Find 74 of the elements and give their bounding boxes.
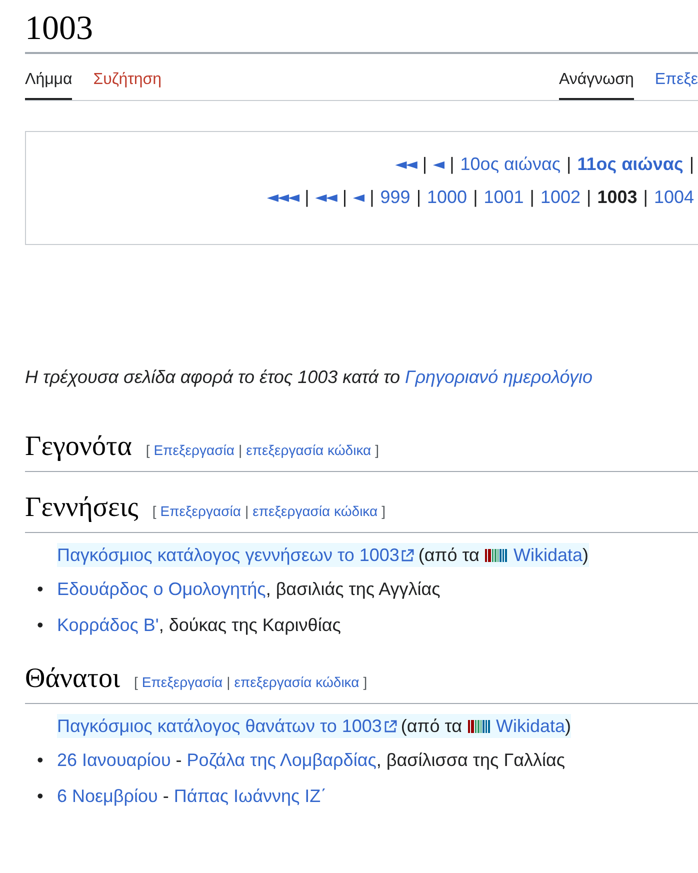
separator: | (566, 153, 572, 176)
separator: | (586, 186, 592, 209)
year-link[interactable]: 999 (380, 185, 410, 209)
link[interactable]: Γρηγοριανό ημερολόγιο (404, 367, 593, 387)
separator: | (244, 503, 249, 519)
external-link-icon (401, 549, 414, 562)
link[interactable]: 6 Νοεμβρίου (57, 786, 158, 806)
edit-source-link[interactable]: επεξεργασία κώδικα (246, 442, 372, 458)
year-link[interactable]: 1001 (484, 185, 524, 209)
edit-link[interactable]: Επεξεργασία (160, 503, 241, 519)
edit-source-link[interactable]: επεξεργασία κώδικα (252, 503, 378, 519)
year-link[interactable]: 1002 (540, 185, 581, 209)
separator: | (422, 153, 428, 176)
external-link-icon (384, 720, 397, 733)
year-link[interactable]: 1000 (427, 185, 468, 209)
wikidata-note: Παγκόσμιος κατάλογος θανάτων το 1003 (από τα Wikidata) (57, 714, 572, 738)
arrow-link[interactable]: ◄ (433, 152, 444, 176)
bracket: ] (382, 503, 386, 519)
section-heading: Γεγονότα (25, 430, 132, 464)
link[interactable]: Wikidata (513, 545, 582, 565)
section-heading: Γεννήσεις (25, 491, 138, 525)
separator: | (416, 186, 422, 209)
wikidata-note: Παγκόσμιος κατάλογος γεννήσεων το 1003 (από τα Wikidata) (57, 543, 588, 567)
year-link[interactable]: 1004 (654, 185, 694, 209)
external-link[interactable]: Παγκόσμιος κατάλογος γεννήσεων το 1003 (57, 545, 400, 565)
bracket: [ (146, 442, 150, 458)
edit-link[interactable]: Επεξεργασία (142, 674, 223, 690)
list-item: 26 Ιανουαρίου - Ροζάλα της Λομβαρδίας, βασίλισσα της Γαλλίας (57, 749, 566, 772)
separator: | (643, 186, 648, 209)
barcode-logo-icon (468, 720, 490, 733)
separator: | (342, 186, 348, 209)
list-item: 6 Νοεμβρίου - Πάπας Ιωάννης ΙΖ΄ (57, 785, 327, 808)
arrow-link[interactable]: ◄ (353, 185, 364, 209)
separator: | (370, 186, 374, 209)
current-year: 1003 (597, 186, 638, 209)
bullet: • (37, 614, 44, 637)
century-link[interactable]: 11ος αιώνας (577, 152, 684, 176)
tab[interactable]: Λήμμα (25, 68, 72, 100)
section-heading: Θάνατοι (25, 662, 120, 696)
tab[interactable]: Συζήτηση (93, 68, 162, 100)
bullet: • (37, 785, 44, 808)
bullet: • (37, 578, 44, 601)
bracket: ] (375, 442, 380, 458)
link[interactable]: Εδουάρδος ο Ομολογητής (57, 579, 266, 599)
separator: | (238, 442, 242, 458)
edit-link[interactable]: Επεξεργασία (154, 442, 234, 458)
bracket: ] (363, 674, 368, 690)
arrow-link[interactable]: ◄◄ (395, 152, 416, 176)
hatnote: Η τρέχουσα σελίδα αφορά το έτος 1003 κατά το Γρηγοριανό ημερολόγιο (25, 366, 594, 389)
list-item: Κορράδος Β', δούκας της Καρινθίας (57, 614, 341, 637)
link[interactable]: Πάπας Ιωάννης ΙΖ΄ (174, 786, 327, 806)
year-link[interactable]: 10ος αιώνας (460, 152, 561, 176)
tab[interactable]: Ανάγνωση (558, 68, 634, 100)
arrow-link[interactable]: ◄◄◄ (266, 185, 299, 209)
link[interactable]: Ροζάλα της Λομβαρδίας (186, 750, 376, 770)
edit-source-link[interactable]: επεξεργασία κώδικα (234, 674, 360, 690)
link[interactable]: Wikidata (496, 716, 566, 736)
bullet: • (37, 749, 44, 772)
separator: | (226, 674, 230, 690)
separator: | (304, 186, 310, 209)
separator: | (450, 153, 454, 176)
arrow-link[interactable]: ◄◄ (315, 185, 336, 209)
separator: | (689, 153, 694, 176)
page-title: 1003 (25, 0, 698, 54)
separator: | (473, 186, 478, 209)
bracket: [ (152, 503, 156, 519)
separator: | (530, 186, 534, 209)
list-item: Εδουάρδος ο Ομολογητής, βασιλιάς της Αγγλίας (57, 578, 440, 601)
barcode-logo-icon (485, 549, 508, 562)
bracket: [ (134, 674, 138, 690)
link[interactable]: Κορράδος Β' (57, 615, 159, 635)
link[interactable]: 26 Ιανουαρίου (57, 750, 171, 770)
external-link[interactable]: Παγκόσμιος κατάλογος θανάτων το 1003 (57, 716, 382, 736)
tab[interactable]: Επεξε (654, 68, 698, 100)
